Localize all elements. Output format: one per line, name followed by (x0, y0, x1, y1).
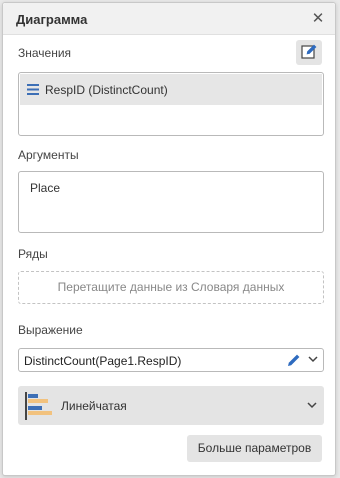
values-box[interactable]: RespID (DistinctCount) (18, 72, 324, 136)
expression-field[interactable]: DistinctCount(Page1.RespID) (18, 348, 324, 372)
arguments-label: Аргументы (18, 148, 79, 162)
close-icon[interactable]: ✕ (309, 10, 327, 28)
edit-icon (301, 44, 317, 59)
chevron-down-icon[interactable] (308, 356, 318, 363)
list-item[interactable]: Place (30, 181, 60, 195)
chart-dialog: Диаграмма ✕ Значения RespID (DistinctCou… (2, 2, 336, 476)
series-label: Ряды (18, 247, 48, 261)
bar-chart-icon (25, 392, 52, 420)
pencil-icon[interactable] (287, 353, 301, 367)
chevron-down-icon[interactable] (307, 402, 317, 409)
dialog-title: Диаграмма (16, 12, 88, 27)
expression-label: Выражение (18, 323, 83, 337)
arguments-box[interactable]: Place (18, 171, 324, 233)
dialog-header: Диаграмма ✕ (3, 3, 335, 35)
chart-type-label: Линейчатая (61, 399, 127, 413)
chart-type-select[interactable]: Линейчатая (18, 386, 324, 425)
values-label: Значения (18, 46, 72, 60)
value-item-label: RespID (DistinctCount) (45, 83, 168, 97)
more-parameters-button[interactable]: Больше параметров (187, 435, 322, 462)
series-dropzone[interactable]: Перетащите данные из Словаря данных (18, 271, 324, 304)
field-lines-icon (27, 84, 39, 95)
edit-values-button[interactable] (296, 40, 322, 65)
list-item[interactable]: RespID (DistinctCount) (20, 74, 322, 105)
expression-value: DistinctCount(Page1.RespID) (24, 354, 182, 368)
